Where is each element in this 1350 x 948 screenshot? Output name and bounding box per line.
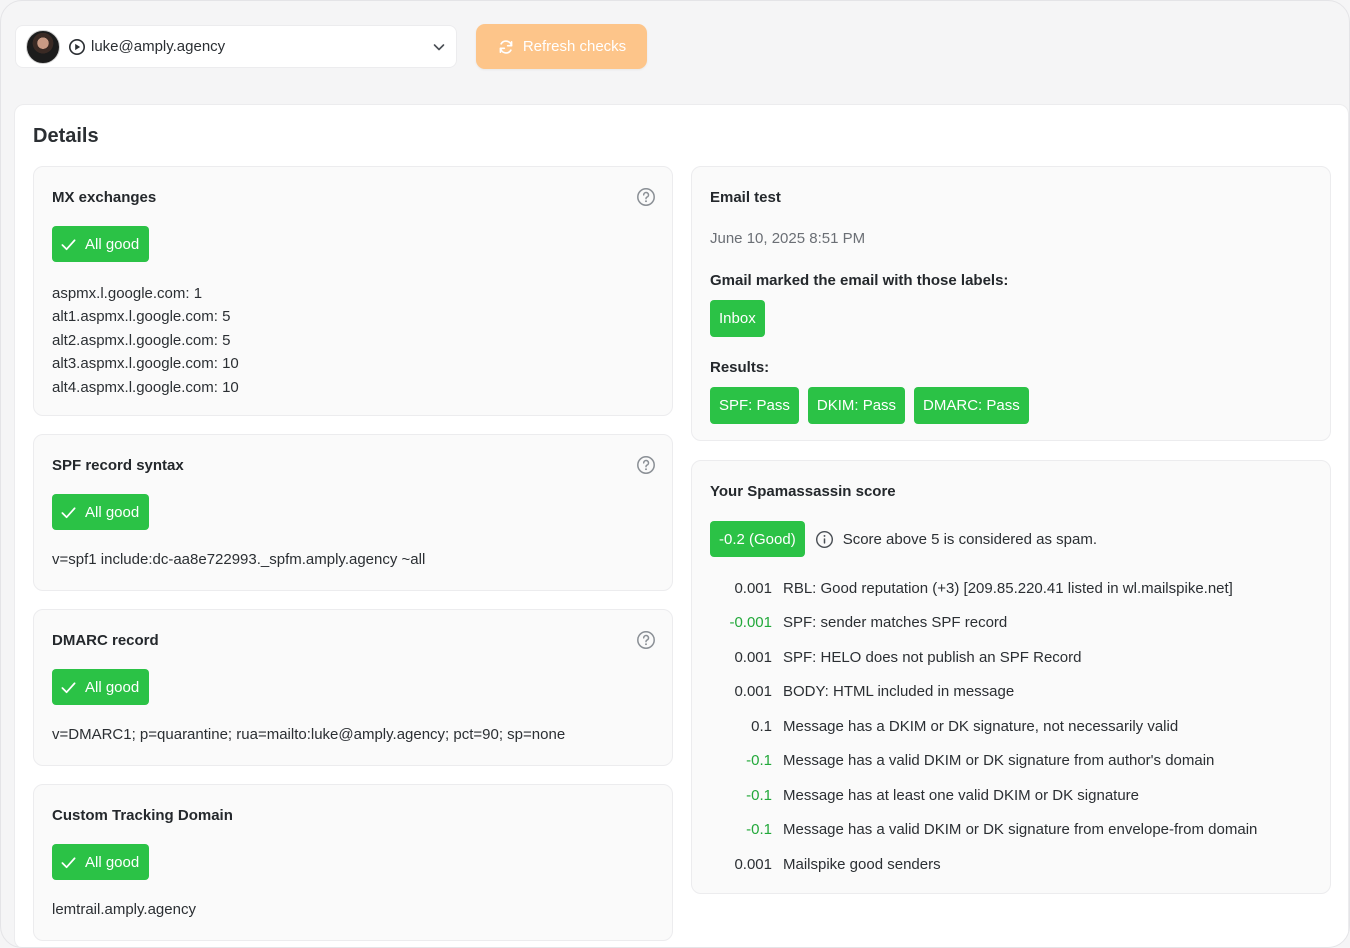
- score-hint: Score above 5 is considered as spam.: [842, 530, 1098, 548]
- score-row: -0.1 Message has a valid DKIM or DK sign…: [710, 813, 1257, 848]
- help-circle-icon[interactable]: [636, 630, 656, 650]
- account-email: luke@amply.agency: [91, 38, 226, 55]
- score-value: -0.1: [746, 786, 772, 804]
- list-item: alt2.aspmx.l.google.com: 5: [52, 331, 231, 349]
- status-label: All good: [85, 678, 140, 696]
- score-row: 0.001 SPF: HELO does not publish an SPF …: [710, 640, 1081, 675]
- check-icon: [61, 506, 76, 518]
- custom-tracking-domain-card: Custom Tracking Domain All good lemtrail…: [33, 784, 673, 941]
- score-value: 0.001: [734, 855, 772, 873]
- score-description: Message has at least one valid DKIM or D…: [783, 786, 1140, 804]
- help-circle-icon[interactable]: [636, 455, 656, 475]
- account-select[interactable]: luke@amply.agency: [15, 25, 457, 68]
- status-badge: All good: [52, 844, 150, 880]
- refresh-checks-label: Refresh checks: [522, 38, 627, 55]
- gmail-label-badge: Inbox: [710, 300, 765, 337]
- card-title: MX exchanges: [52, 189, 157, 206]
- check-icon: [61, 238, 76, 250]
- email-test-card: Email test June 10, 2025 8:51 PM Gmail m…: [691, 166, 1331, 441]
- details-panel: Details MX exchanges All good aspmx.l.go…: [14, 104, 1349, 947]
- card-title: Your Spamassassin score: [710, 483, 896, 500]
- spamassassin-card: Your Spamassassin score -0.2 (Good) Scor…: [691, 460, 1331, 894]
- check-icon: [61, 681, 76, 693]
- list-item: alt1.aspmx.l.google.com: 5: [52, 308, 231, 326]
- mx-exchanges-card: MX exchanges All good aspmx.l.google.com…: [33, 166, 673, 416]
- score-row: 0.001 Mailspike good senders: [710, 847, 941, 882]
- mx-record-list: aspmx.l.google.com: 1 alt1.aspmx.l.googl…: [52, 282, 239, 399]
- results-heading: Results:: [710, 359, 770, 376]
- list-item: aspmx.l.google.com: 1: [52, 285, 203, 302]
- status-label: All good: [85, 235, 140, 253]
- email-test-date: June 10, 2025 8:51 PM: [710, 230, 866, 247]
- score-badge: -0.2 (Good): [710, 521, 805, 557]
- card-title: Custom Tracking Domain: [52, 807, 233, 824]
- spf-record-value: v=spf1 include:dc-aa8e722993._spfm.amply…: [52, 551, 426, 568]
- help-circle-icon[interactable]: [636, 187, 656, 207]
- check-icon: [61, 856, 76, 868]
- score-value: -0.001: [729, 614, 772, 632]
- chevron-down-icon: [433, 43, 445, 50]
- score-row: 0.001 RBL: Good reputation (+3) [209.85.…: [710, 571, 1233, 606]
- avatar: [26, 29, 60, 64]
- card-title: SPF record syntax: [52, 457, 184, 474]
- status-label: All good: [85, 853, 140, 871]
- dmarc-record-card: DMARC record All good v=DMARC1; p=quaran…: [33, 609, 673, 766]
- spf-record-card: SPF record syntax All good v=spf1 includ…: [33, 434, 673, 591]
- result-badge: DMARC: Pass: [914, 387, 1029, 424]
- result-badge: DKIM: Pass: [807, 387, 906, 424]
- card-title: Email test: [710, 189, 781, 206]
- score-description: Message has a DKIM or DK signature, not …: [783, 717, 1179, 735]
- score-row: 0.001 BODY: HTML included in message: [710, 675, 1014, 710]
- score-description: Message has a valid DKIM or DK signature…: [783, 752, 1215, 770]
- gmail-labels: Inbox: [710, 300, 771, 337]
- score-description: RBL: Good reputation (+3) [209.85.220.41…: [783, 579, 1233, 597]
- score-description: BODY: HTML included in message: [783, 683, 1015, 701]
- status-badge: All good: [52, 494, 150, 530]
- score-value: 0.001: [734, 648, 772, 666]
- score-row: 0.1 Message has a DKIM or DK signature, …: [710, 709, 1178, 744]
- refresh-icon: [499, 39, 513, 54]
- score-description: Mailspike good senders: [783, 855, 941, 873]
- score-description: SPF: HELO does not publish an SPF Record: [783, 648, 1082, 666]
- status-badge: All good: [52, 226, 150, 262]
- play-circle-icon: [68, 38, 86, 55]
- refresh-checks-button[interactable]: Refresh checks: [476, 24, 647, 69]
- status-label: All good: [85, 503, 140, 521]
- auth-results: SPF: Pass DKIM: Pass DMARC: Pass: [710, 387, 1035, 424]
- score-value: 0.1: [751, 717, 772, 735]
- score-row: -0.1 Message has a valid DKIM or DK sign…: [710, 744, 1214, 779]
- result-badge: SPF: Pass: [710, 387, 799, 424]
- score-row: -0.1 Message has at least one valid DKIM…: [710, 778, 1139, 813]
- score-description: SPF: sender matches SPF record: [783, 614, 1008, 632]
- score-value: -0.1: [746, 752, 772, 770]
- dmarc-record-value: v=DMARC1; p=quarantine; rua=mailto:luke@…: [52, 726, 566, 743]
- score-description: Message has a valid DKIM or DK signature…: [783, 821, 1258, 839]
- labels-heading: Gmail marked the email with those labels…: [710, 272, 1009, 289]
- score-value: 0.001: [734, 579, 772, 597]
- app-window: luke@amply.agency Refresh checks Details…: [0, 0, 1350, 948]
- tracking-domain-value: lemtrail.amply.agency: [52, 901, 196, 918]
- status-badge: All good: [52, 669, 150, 705]
- card-title: DMARC record: [52, 632, 159, 649]
- list-item: alt4.aspmx.l.google.com: 10: [52, 378, 239, 396]
- score-value: -0.1: [746, 821, 772, 839]
- score-summary: -0.2 (Good) Score above 5 is considered …: [710, 521, 1097, 557]
- list-item: alt3.aspmx.l.google.com: 10: [52, 355, 239, 373]
- info-circle-icon: [815, 530, 833, 548]
- score-row: -0.001 SPF: sender matches SPF record: [710, 606, 1007, 641]
- details-title: Details: [33, 125, 99, 147]
- score-value: 0.001: [734, 683, 772, 701]
